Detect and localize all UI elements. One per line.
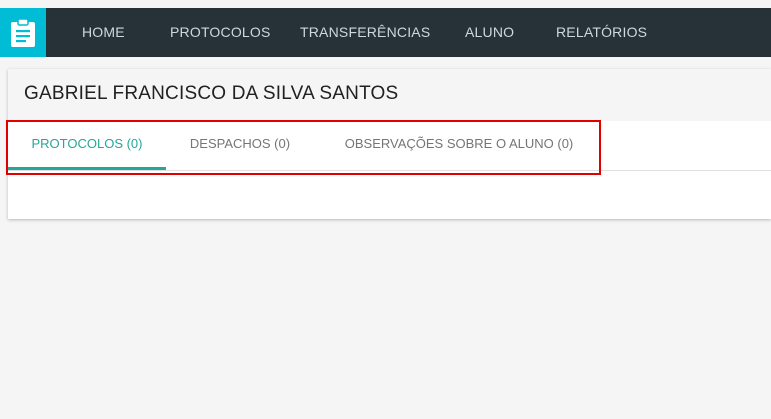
tab-observacoes[interactable]: OBSERVAÇÕES SOBRE O ALUNO (0) xyxy=(314,121,604,167)
student-card: GABRIEL FRANCISCO DA SILVA SANTOS PROTOC… xyxy=(8,69,771,219)
tab-protocolos[interactable]: PROTOCOLOS (0) xyxy=(8,121,166,167)
app-logo[interactable] xyxy=(0,8,46,57)
top-navbar: HOME PROTOCOLOS TRANSFERÊNCIAS ALUNO REL… xyxy=(0,8,771,57)
nav-home[interactable]: HOME xyxy=(82,8,125,57)
student-header: GABRIEL FRANCISCO DA SILVA SANTOS xyxy=(8,69,771,121)
active-tab-indicator xyxy=(8,167,166,170)
tabs-panel: PROTOCOLOS (0) DESPACHOS (0) OBSERVAÇÕES… xyxy=(8,121,771,219)
tab-bar: PROTOCOLOS (0) DESPACHOS (0) OBSERVAÇÕES… xyxy=(8,121,771,171)
clipboard-icon xyxy=(11,17,35,47)
nav-relatorios[interactable]: RELATÓRIOS xyxy=(556,8,647,57)
student-name: GABRIEL FRANCISCO DA SILVA SANTOS xyxy=(24,83,399,104)
nav-transferencias[interactable]: TRANSFERÊNCIAS xyxy=(300,8,430,57)
nav-aluno[interactable]: ALUNO xyxy=(465,8,514,57)
nav-protocolos[interactable]: PROTOCOLOS xyxy=(170,8,271,57)
tab-despachos[interactable]: DESPACHOS (0) xyxy=(166,121,314,167)
